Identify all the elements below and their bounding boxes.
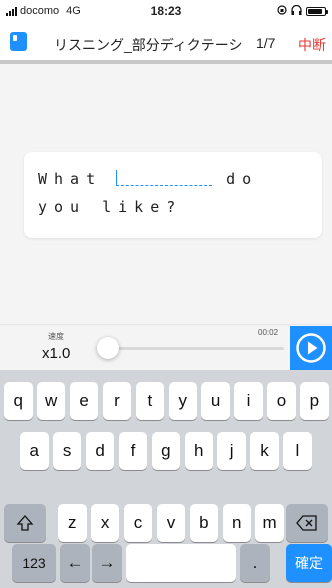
- key-b[interactable]: b: [189, 504, 219, 542]
- speed-selector[interactable]: x1.0: [42, 345, 70, 362]
- status-bar: docomo 4G 18:23: [0, 0, 332, 22]
- key-h[interactable]: h: [184, 432, 213, 470]
- cursor-right-key[interactable]: →: [92, 544, 122, 582]
- key-d[interactable]: d: [85, 432, 115, 470]
- key-x[interactable]: x: [90, 504, 120, 542]
- key-o[interactable]: o: [267, 382, 296, 420]
- key-i[interactable]: i: [234, 382, 263, 420]
- key-m[interactable]: m: [255, 504, 284, 542]
- key-l[interactable]: l: [283, 432, 312, 470]
- play-button[interactable]: [290, 326, 332, 370]
- software-keyboard: 123 ← → . 確定 qwertyuiop asdfghjkl zxcvbnm: [0, 370, 332, 588]
- key-u[interactable]: u: [201, 382, 230, 420]
- cursor-left-key[interactable]: ←: [60, 544, 90, 582]
- key-p[interactable]: p: [300, 382, 329, 420]
- key-s[interactable]: s: [52, 432, 82, 470]
- key-r[interactable]: r: [102, 382, 132, 420]
- shift-icon: [16, 515, 34, 531]
- key-g[interactable]: g: [151, 432, 181, 470]
- question-line-2: you like?: [38, 198, 183, 216]
- confirm-key[interactable]: 確定: [286, 544, 332, 582]
- key-t[interactable]: t: [135, 382, 165, 420]
- question-progress: 1/7: [256, 35, 276, 51]
- answer-blank-input[interactable]: [116, 170, 213, 186]
- numbers-key[interactable]: 123: [12, 544, 56, 582]
- key-v[interactable]: v: [156, 504, 186, 542]
- question-word-after: do: [226, 170, 259, 188]
- key-c[interactable]: c: [123, 504, 153, 542]
- content-area: What do you like?: [0, 64, 332, 324]
- battery-icon: [306, 7, 328, 16]
- lesson-title: リスニング_部分ディクテーシ…: [54, 37, 242, 53]
- question-word-before: What: [38, 170, 103, 188]
- key-z[interactable]: z: [58, 504, 87, 542]
- key-f[interactable]: f: [118, 432, 148, 470]
- question-card: What do you like?: [24, 152, 322, 238]
- playback-slider-thumb[interactable]: [97, 337, 119, 359]
- quit-button[interactable]: 中断: [298, 35, 326, 55]
- key-a[interactable]: a: [20, 432, 49, 470]
- key-e[interactable]: e: [69, 382, 99, 420]
- key-k[interactable]: k: [250, 432, 279, 470]
- bookmark-icon: [10, 32, 27, 51]
- key-y[interactable]: y: [168, 382, 197, 420]
- speed-label: 速度: [48, 332, 64, 341]
- playback-slider-track[interactable]: [108, 347, 284, 350]
- key-q[interactable]: q: [4, 382, 33, 420]
- question-line-1: What do: [38, 170, 258, 188]
- audio-player: 速度 x1.0 00:02: [0, 324, 332, 370]
- key-n[interactable]: n: [222, 504, 251, 542]
- backspace-key[interactable]: [286, 504, 328, 542]
- space-key[interactable]: [126, 544, 236, 582]
- playback-time: 00:02: [258, 328, 279, 337]
- shift-key[interactable]: [4, 504, 46, 542]
- lock-rotation-icon: [277, 5, 287, 18]
- period-key[interactable]: .: [240, 544, 270, 582]
- status-right: [277, 4, 328, 18]
- nav-bar: リスニング_部分ディクテーシ… 1/7 中断: [0, 22, 332, 64]
- headphones-icon: [291, 4, 302, 18]
- backspace-icon: [296, 515, 317, 531]
- key-w[interactable]: w: [36, 382, 66, 420]
- key-j[interactable]: j: [217, 432, 246, 470]
- play-icon: [296, 333, 326, 363]
